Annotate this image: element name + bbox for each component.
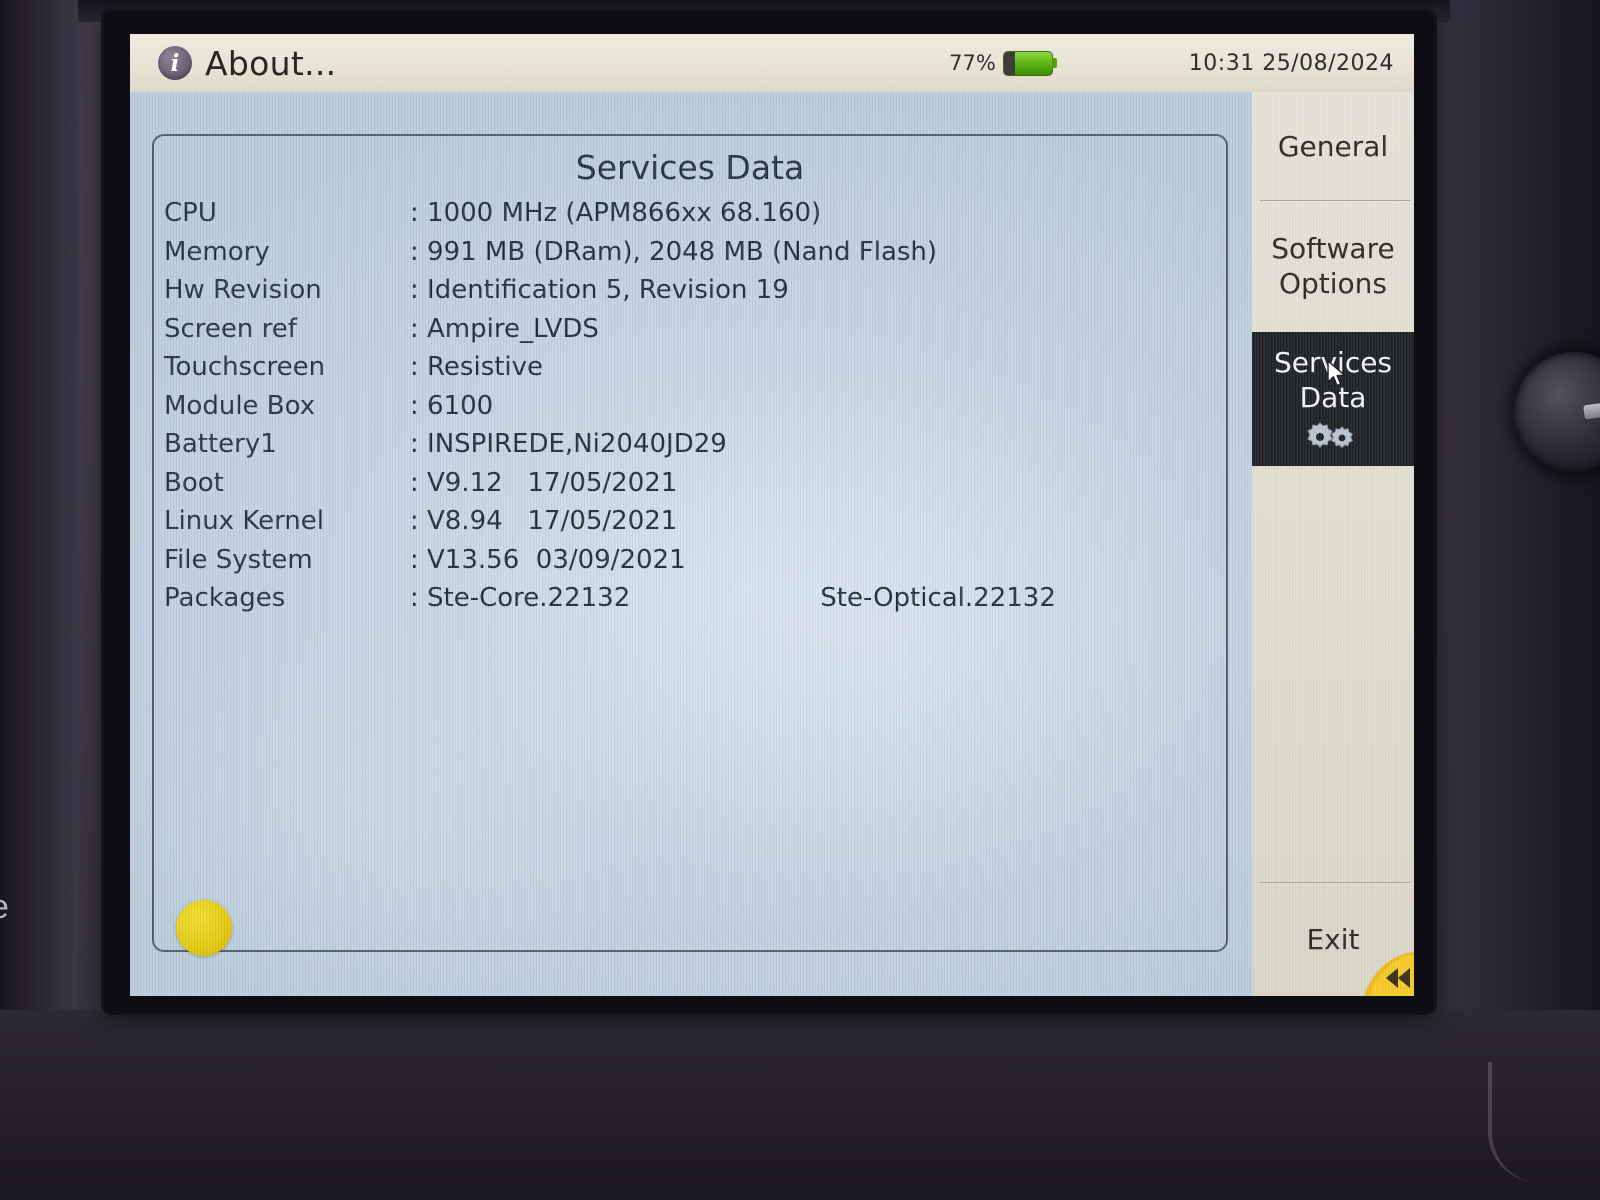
content-region: Services Data CPU : 1000 MHz (APM866xx 68… — [130, 92, 1252, 996]
spec-row: Module Box : 6100 — [164, 391, 1216, 430]
clock-datetime: 10:31 25/08/2024 — [1188, 50, 1394, 76]
chassis-bottom-edge — [0, 1010, 1600, 1200]
spec-row: Memory : 991 MB (DRam), 2048 MB (Nand Fla… — [164, 237, 1216, 276]
spec-value-secondary: Ste-Optical.22132 — [820, 583, 1056, 613]
services-data-panel: Services Data CPU : 1000 MHz (APM866xx 68… — [152, 134, 1228, 952]
spec-row: Linux Kernel : V8.94 17/05/2021 — [164, 506, 1216, 545]
sidebar-item-label: General — [1277, 129, 1389, 163]
spec-row: Packages : Ste-Core.22132 Ste-Optical.2213… — [164, 583, 1216, 622]
sidebar-item-services-data[interactable]: Services Data — [1252, 332, 1414, 466]
divider — [1260, 882, 1410, 883]
spec-label: Module Box — [164, 390, 316, 421]
spec-label: Boot — [164, 467, 224, 498]
title-bar: i About... 77% 10:31 25/08/2024 — [130, 34, 1414, 93]
spec-label: Battery1 — [164, 429, 277, 459]
spec-row: Touchscreen : Resistive — [164, 352, 1216, 391]
spec-value: : INSPIREDE,Ni2040JD29 — [410, 429, 727, 459]
rotary-knob-notch — [1583, 402, 1600, 420]
sidebar-item-label: Software Options — [1271, 232, 1395, 300]
spec-label: Linux Kernel — [164, 506, 324, 536]
spec-value: : Identification 5, Revision 19 — [410, 275, 789, 305]
divider — [1260, 200, 1410, 201]
spec-row: Boot : V9.12 17/05/2021 — [164, 468, 1216, 507]
spec-label: Memory — [164, 236, 270, 267]
battery-icon — [1002, 50, 1057, 76]
sidebar-item-general[interactable]: General — [1252, 92, 1414, 200]
spec-label: Screen ref — [164, 313, 297, 344]
spec-value: : Resistive — [410, 352, 544, 382]
spec-label: Packages — [164, 583, 286, 613]
device-chassis: e i About... 77% 10:31 25/08/2024 Servic… — [0, 0, 1600, 1200]
screen-frame: i About... 77% 10:31 25/08/2024 Services… — [104, 12, 1434, 1012]
spec-row: File System : V13.56 03/09/2021 — [164, 545, 1216, 584]
sidebar: General Software Options Services Data Exit — [1252, 92, 1414, 996]
spec-list: CPU : 1000 MHz (APM866xx 68.160) Memory : 9… — [164, 198, 1216, 622]
spec-value: : 991 MB (DRam), 2048 MB (Nand Flash) — [410, 236, 938, 267]
panel-title: Services Data — [575, 148, 805, 187]
spec-value: : Ste-Core.22132 — [410, 583, 631, 613]
sidebar-item-label: Services Data — [1273, 346, 1393, 414]
yellow-status-dot — [176, 900, 232, 956]
sidebar-item-label: Exit — [1306, 922, 1360, 956]
rewind-arrow-icon[interactable] — [1358, 952, 1414, 996]
spec-label: Touchscreen — [164, 352, 326, 382]
status-area: 77% 10:31 25/08/2024 — [949, 50, 1394, 76]
battery-percent-label: 77% — [949, 51, 996, 75]
spec-row: Screen ref : Ampire_LVDS — [164, 314, 1216, 353]
spec-value: : 1000 MHz (APM866xx 68.160) — [410, 198, 822, 228]
spec-value: : 6100 — [410, 390, 494, 421]
spec-row: Hw Revision : Identification 5, Revision … — [164, 275, 1216, 314]
gears-icon — [1304, 419, 1362, 453]
spec-row: CPU : 1000 MHz (APM866xx 68.160) — [164, 198, 1216, 237]
info-icon: i — [158, 46, 192, 80]
spec-label: Hw Revision — [164, 275, 322, 305]
page-title: About... — [205, 43, 337, 83]
spec-label: CPU — [164, 198, 217, 228]
sidebar-item-software-options[interactable]: Software Options — [1252, 200, 1414, 332]
spec-row: Battery1 : INSPIREDE,Ni2040JD29 — [164, 429, 1216, 468]
spec-value: : Ampire_LVDS — [410, 313, 599, 344]
spec-value: : V13.56 03/09/2021 — [410, 544, 686, 575]
screen: i About... 77% 10:31 25/08/2024 Services… — [130, 34, 1414, 996]
chassis-left-label: e — [0, 888, 10, 927]
spec-label: File System — [164, 544, 313, 575]
spec-value: : V8.94 17/05/2021 — [410, 506, 678, 536]
spec-value: : V9.12 17/05/2021 — [410, 467, 678, 498]
